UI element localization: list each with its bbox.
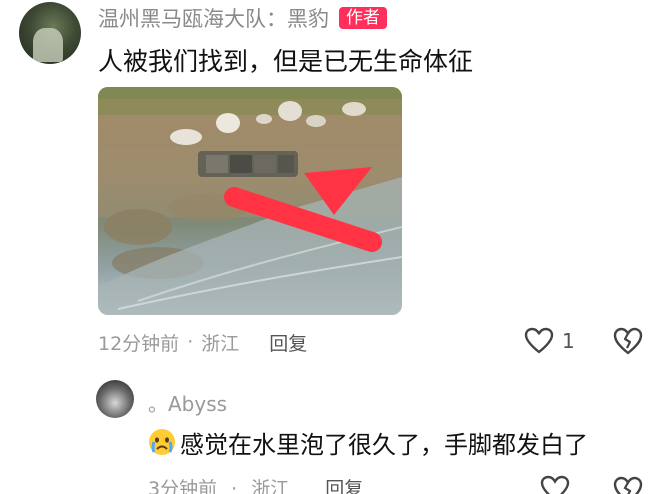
- author-avatar[interactable]: [19, 2, 81, 64]
- reply-text: 感觉在水里泡了很久了，手脚都发白了: [180, 430, 588, 459]
- reply-reply-button[interactable]: 回复: [325, 478, 363, 494]
- reply-time: 3分钟前: [148, 478, 218, 494]
- reply-button[interactable]: 回复: [269, 329, 307, 356]
- author-line: 温州黑马瓯海大队：黑豹 作者: [98, 4, 387, 32]
- author-name[interactable]: 温州黑马瓯海大队：黑豹: [98, 3, 329, 33]
- meta-separator: ·: [187, 331, 194, 353]
- heart-outline-icon[interactable]: [524, 327, 554, 355]
- like-control[interactable]: 1: [524, 325, 575, 357]
- reply-location: 浙江: [251, 478, 290, 494]
- comment-time: 12分钟前: [98, 332, 180, 355]
- reply-content: 感觉在水里泡了很久了，手脚都发白了: [148, 424, 588, 460]
- comment-meta: 12分钟前 · 浙江 回复: [98, 328, 307, 356]
- comment-thread: 温州黑马瓯海大队：黑豹 作者 人被我们找到，但是已无生命体征 12分钟前 · 浙…: [0, 0, 660, 494]
- reply-author-name[interactable]: 。Abyss: [148, 388, 227, 417]
- crying-emoji-icon: [149, 429, 175, 455]
- broken-heart-icon[interactable]: [612, 325, 644, 357]
- reply-meta: 3分钟前 · 浙江 回复: [148, 474, 363, 494]
- reply-broken-heart-icon[interactable]: [612, 474, 644, 494]
- comment-photo[interactable]: [98, 87, 402, 315]
- photo-illustration: [98, 87, 402, 315]
- reply-heart-outline-icon[interactable]: [540, 474, 570, 494]
- comment-location: 浙江: [201, 332, 240, 355]
- like-count: 1: [562, 329, 575, 353]
- reply-meta-separator: ·: [231, 478, 238, 494]
- reply-author-avatar[interactable]: [96, 380, 134, 418]
- comment-text: 人被我们找到，但是已无生命体征: [98, 47, 474, 76]
- author-tag-badge: 作者: [339, 7, 387, 29]
